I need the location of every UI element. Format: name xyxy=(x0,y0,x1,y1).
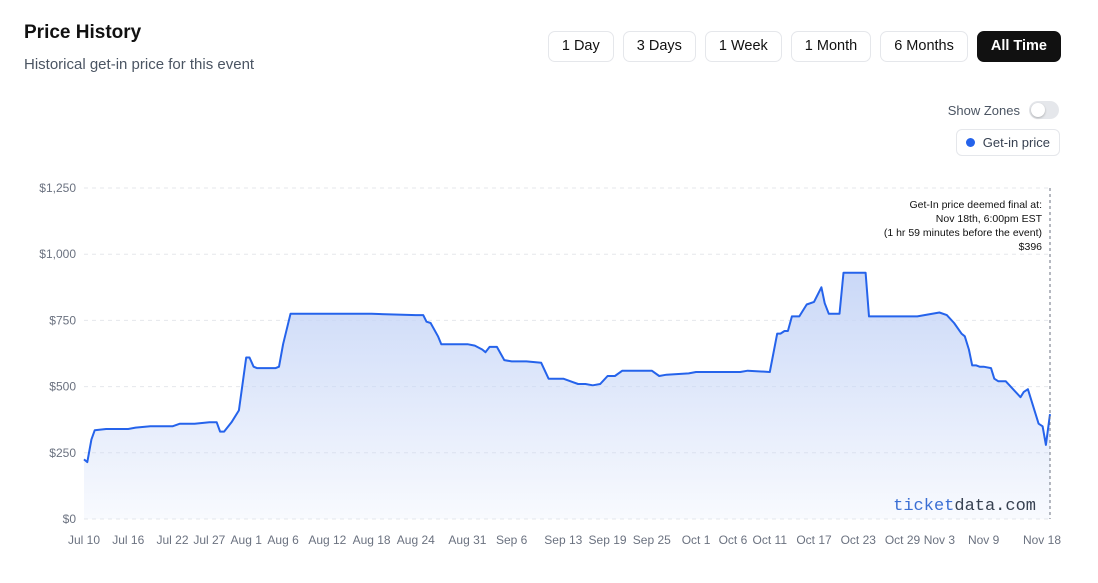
x-tick-label: Aug 18 xyxy=(353,533,391,547)
x-tick-label: Oct 6 xyxy=(719,533,748,547)
x-tick-label: Nov 18 xyxy=(1023,533,1061,547)
x-tick-label: Sep 19 xyxy=(589,533,627,547)
price-history-chart: $0$250$500$750$1,000$1,250 Jul 10 Jul 16 J… xyxy=(39,181,1061,547)
x-tick-label: Aug 31 xyxy=(448,533,486,547)
watermark-part-2: data.com xyxy=(954,497,1036,516)
y-tick-label: $1,250 xyxy=(39,181,76,195)
x-axis: Jul 10 Jul 16 Jul 22 Jul 27 Aug 1 Aug 6 Aug 12… xyxy=(68,533,1061,547)
x-tick-label: Oct 23 xyxy=(841,533,877,547)
x-tick-label: Oct 29 xyxy=(885,533,921,547)
annotation-line: Get-In price deemed final at: xyxy=(910,199,1043,211)
x-tick-label: Nov 9 xyxy=(968,533,1000,547)
annotation-line: $396 xyxy=(1019,241,1043,253)
x-tick-label: Sep 6 xyxy=(496,533,528,547)
y-tick-label: $0 xyxy=(63,512,77,526)
annotation-line: Nov 18th, 6:00pm EST xyxy=(936,213,1043,225)
x-tick-label: Oct 17 xyxy=(796,533,832,547)
y-axis: $0 $250 $500 $750 $1,000 $1,250 xyxy=(39,181,76,526)
x-tick-label: Jul 10 xyxy=(68,533,100,547)
watermark-logo: ticketdata.com xyxy=(893,497,1036,516)
x-tick-label: Aug 6 xyxy=(267,533,299,547)
y-tick-label: $500 xyxy=(49,380,76,394)
x-tick-label: Sep 13 xyxy=(544,533,582,547)
x-tick-label: Nov 3 xyxy=(924,533,956,547)
x-tick-label: Oct 11 xyxy=(753,533,788,547)
watermark-part-1: ticket xyxy=(893,497,954,516)
y-tick-label: $250 xyxy=(49,446,76,460)
x-tick-label: Sep 25 xyxy=(633,533,671,547)
x-tick-label: Aug 24 xyxy=(397,533,435,547)
x-tick-label: Oct 1 xyxy=(682,533,711,547)
final-price-annotation: Get-In price deemed final at: Nov 18th, 6… xyxy=(884,199,1043,253)
y-tick-label: $1,000 xyxy=(39,247,76,261)
x-tick-label: Aug 1 xyxy=(231,533,263,547)
y-tick-label: $750 xyxy=(49,313,76,327)
annotation-line: (1 hr 59 minutes before the event) xyxy=(884,227,1042,239)
x-tick-label: Jul 16 xyxy=(112,533,144,547)
x-tick-label: Jul 27 xyxy=(193,533,225,547)
x-tick-label: Aug 12 xyxy=(308,533,346,547)
x-tick-label: Jul 22 xyxy=(156,533,188,547)
price-area xyxy=(84,272,1050,519)
